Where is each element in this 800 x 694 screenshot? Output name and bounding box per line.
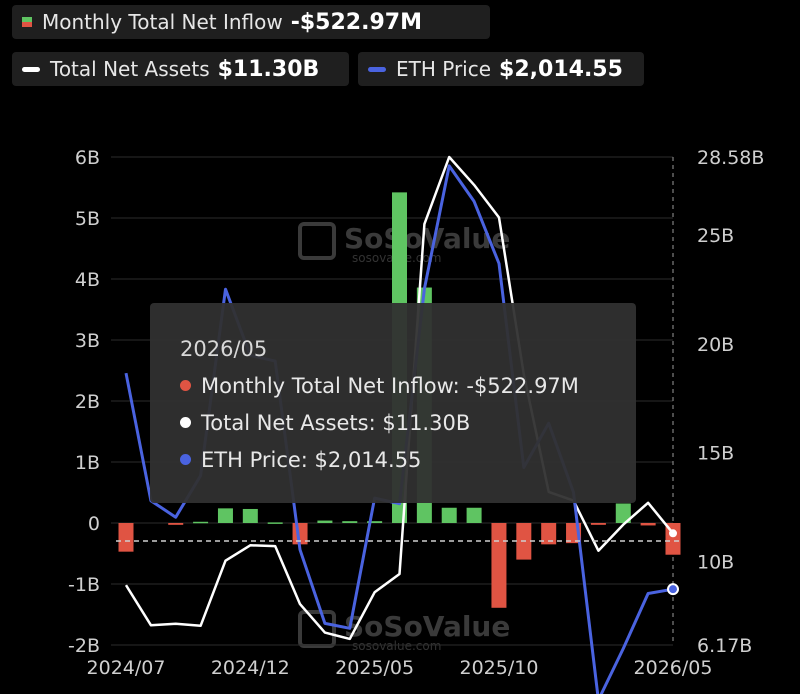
inflow-bar (441, 507, 457, 523)
x-tick-label: 2024/12 (211, 657, 290, 679)
inflow-bar (217, 508, 233, 523)
y-left-tick-label: 5B (75, 208, 100, 230)
inflow-bar (193, 521, 209, 524)
x-tick-label: 2024/07 (87, 657, 166, 679)
inflow-bar (168, 523, 184, 525)
tooltip-eth-text: ETH Price: $2,014.55 (201, 447, 422, 472)
assets-dot-icon (180, 417, 191, 428)
assets-swatch-icon (22, 66, 40, 72)
inflow-dot-icon (180, 380, 191, 391)
tooltip-row-inflow: Monthly Total Net Inflow: -$522.97M (180, 367, 636, 404)
inflow-bar (466, 507, 482, 523)
chart-tooltip: 2026/05 Monthly Total Net Inflow: -$522.… (150, 303, 636, 503)
legend-inflow-value: -$522.97M (290, 9, 422, 35)
y-right-tick-label: 15B (697, 443, 734, 465)
inflow-bar (242, 508, 258, 523)
tooltip-row-assets: Total Net Assets: $11.30B (180, 404, 636, 441)
inflow-bar (590, 523, 606, 525)
inflow-swatch-icon (22, 17, 32, 27)
legend-assets-value: $11.30B (217, 56, 320, 82)
tooltip-date: 2026/05 (180, 337, 268, 361)
legend-inflow[interactable]: Monthly Total Net Inflow -$522.97M (12, 5, 490, 39)
watermark-lower: SoSoValuesosovalue.com (298, 610, 510, 653)
inflow-bar (640, 523, 656, 526)
legend-eth-value: $2,014.55 (499, 56, 623, 82)
legend-assets[interactable]: Total Net Assets $11.30B (12, 52, 349, 86)
assets-active-point (669, 529, 677, 538)
y-left-tick-label: 6B (75, 147, 100, 169)
inflow-bar (267, 522, 283, 524)
tooltip-inflow-text: Monthly Total Net Inflow: -$522.97M (201, 373, 579, 398)
watermark-url: sosovalue.com (352, 639, 441, 653)
y-left-tick-label: 1B (75, 452, 100, 474)
tooltip-row-eth: ETH Price: $2,014.55 (180, 441, 636, 478)
eth-swatch-icon (368, 66, 386, 72)
inflow-bar (491, 523, 507, 608)
y-left-tick-label: 0 (88, 513, 100, 535)
y-right-tick-label: 20B (697, 334, 734, 356)
y-right-tick-label: 28.58B (697, 147, 764, 169)
x-tick-label: 2025/10 (459, 657, 538, 679)
inflow-bar (118, 523, 134, 552)
y-left-tick-label: -2B (68, 635, 100, 657)
legend-inflow-label: Monthly Total Net Inflow (42, 10, 283, 34)
y-left-tick-label: 4B (75, 269, 100, 291)
inflow-bar (342, 521, 358, 523)
y-left-tick-label: 2B (75, 391, 100, 413)
y-right-tick-label: 6.17B (697, 635, 752, 657)
y-right-tick-label: 25B (697, 225, 734, 247)
eth-active-point (667, 583, 679, 596)
x-tick-label: 2026/05 (634, 657, 713, 679)
y-left-tick-label: 3B (75, 330, 100, 352)
inflow-bar (317, 520, 333, 523)
legend-eth-label: ETH Price (396, 57, 492, 81)
tooltip-assets-text: Total Net Assets: $11.30B (201, 410, 471, 435)
legend-assets-label: Total Net Assets (50, 57, 210, 81)
y-right-tick-label: 10B (697, 552, 734, 574)
y-left-tick-label: -1B (68, 574, 100, 596)
x-tick-label: 2025/05 (335, 657, 414, 679)
legend-eth[interactable]: ETH Price $2,014.55 (358, 52, 644, 86)
eth-dot-icon (180, 454, 191, 465)
